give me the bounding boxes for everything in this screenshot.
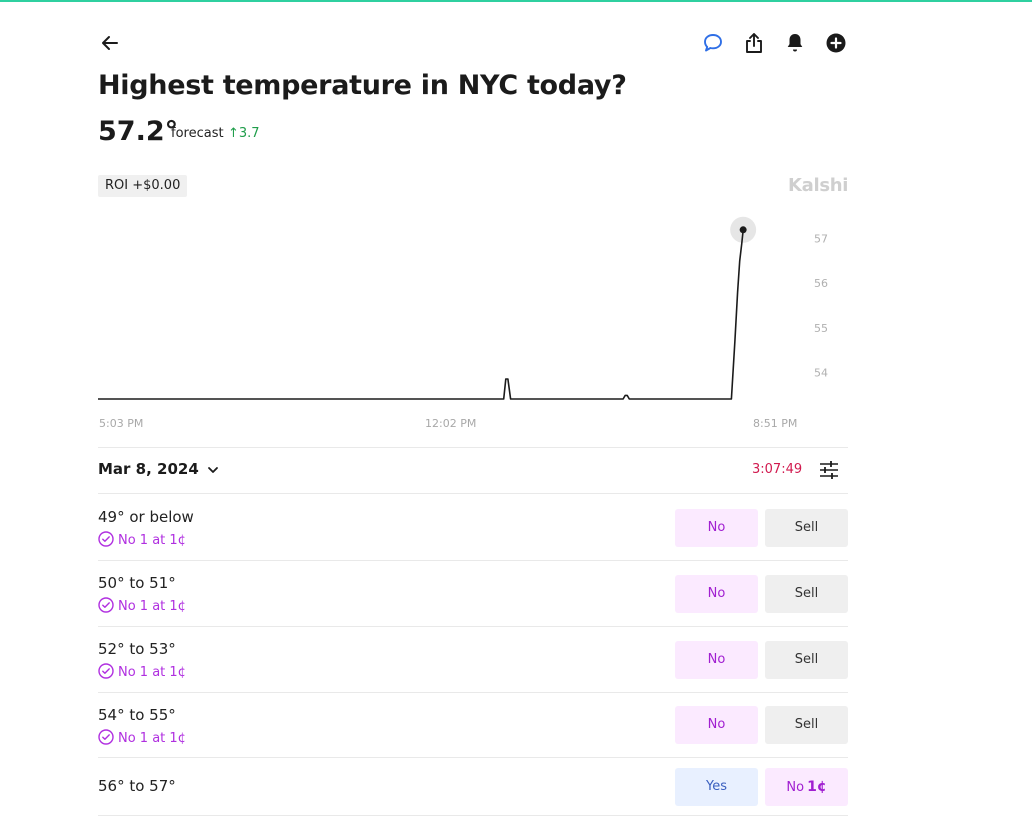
x-tick-label: 12:02 PM [425,417,476,430]
no-button[interactable]: No [675,706,758,744]
divider [98,692,848,693]
position-text: No 1 at 1¢ [118,665,186,680]
share-icon[interactable] [742,31,766,55]
divider [98,757,848,758]
sell-button[interactable]: Sell [765,509,848,547]
position-status: No 1 at 1¢ [98,729,186,746]
date-selector[interactable]: Mar 8, 2024 [98,460,220,478]
chevron-down-icon [208,466,218,473]
x-tick-label: 8:51 PM [753,417,797,430]
sell-button[interactable]: Sell [765,706,848,744]
temperature-chart: 57 56 55 54 5:03 PM 12:02 PM 8:51 PM [98,216,828,430]
position-status: No 1 at 1¢ [98,597,186,614]
roi-badge: ROI +$0.00 [98,175,188,197]
yes-button[interactable]: Yes [675,768,758,806]
brand-watermark: Kalshi [788,175,849,196]
market-row: 50° to 51° No 1 at 1¢ No Sell [98,574,848,614]
market-label: 56° to 57° [98,777,176,795]
market-label: 49° or below [98,508,194,526]
no-price-button[interactable]: No 1¢ [765,768,848,806]
divider [98,815,848,816]
bell-icon[interactable] [783,31,807,55]
divider [98,560,848,561]
current-value: 57.2° [98,116,179,147]
no-price: 1¢ [807,779,827,795]
y-tick-label: 55 [814,322,828,335]
check-circle-icon [98,531,114,547]
market-row: 52° to 53° No 1 at 1¢ No Sell [98,640,848,680]
top-accent-line [0,0,1032,2]
countdown-timer: 3:07:49 [752,462,803,477]
market-row: 49° or below No 1 at 1¢ No Sell [98,508,848,548]
no-button[interactable]: No [675,509,758,547]
forecast-label: forecast [171,126,224,141]
comment-icon[interactable] [701,31,725,55]
endpoint-dot [739,226,747,234]
sell-button[interactable]: Sell [765,575,848,613]
position-status: No 1 at 1¢ [98,663,186,680]
market-row: 54° to 55° No 1 at 1¢ No Sell [98,706,848,746]
check-circle-icon [98,663,114,679]
market-label: 52° to 53° [98,640,176,658]
forecast-delta: ↑3.7 [228,126,260,141]
no-label: No [786,780,805,795]
arrow-left-icon[interactable] [98,31,122,55]
divider [98,493,848,494]
page-title: Highest temperature in NYC today? [98,70,627,101]
date-label: Mar 8, 2024 [98,460,199,478]
position-text: No 1 at 1¢ [118,599,186,614]
y-tick-label: 54 [814,366,828,379]
check-circle-icon [98,597,114,613]
divider [98,626,848,627]
market-label: 50° to 51° [98,574,176,592]
header-actions [700,31,852,55]
position-status: No 1 at 1¢ [98,531,186,548]
check-circle-icon [98,729,114,745]
market-label: 54° to 55° [98,706,176,724]
divider [98,447,848,448]
position-text: No 1 at 1¢ [118,533,186,548]
market-row: 56° to 57° Yes No 1¢ [98,768,848,806]
y-tick-label: 57 [814,233,828,246]
y-tick-label: 56 [814,277,828,290]
position-text: No 1 at 1¢ [118,731,186,746]
filter-sliders-icon[interactable] [818,459,840,481]
add-circle-icon[interactable] [824,31,848,55]
no-button[interactable]: No [675,575,758,613]
sell-button[interactable]: Sell [765,641,848,679]
series-line [98,229,744,400]
no-button[interactable]: No [675,641,758,679]
x-tick-label: 5:03 PM [99,417,143,430]
